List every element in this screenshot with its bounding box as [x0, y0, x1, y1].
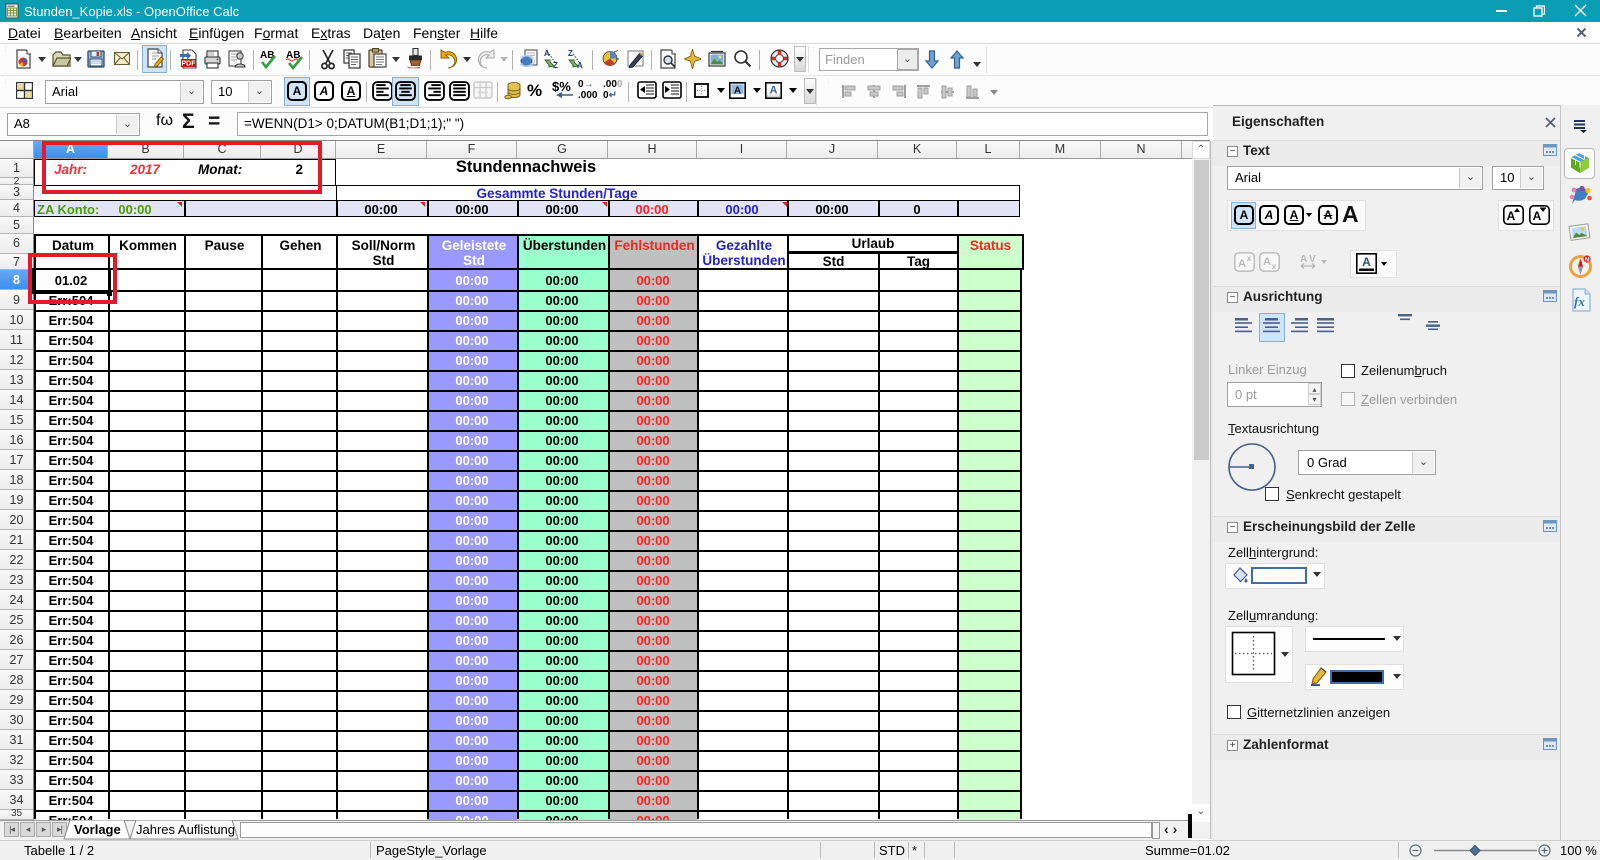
svg-text:A: A — [770, 85, 778, 97]
svg-text:x: x — [1272, 262, 1277, 271]
svg-text:A: A — [1533, 209, 1542, 223]
svg-text:x: x — [1247, 254, 1252, 263]
svg-text:Z: Z — [553, 61, 558, 69]
svg-text:A: A — [1238, 258, 1246, 270]
svg-text:A: A — [734, 86, 741, 97]
svg-text:N: N — [1585, 257, 1590, 264]
svg-text:Z: Z — [568, 49, 573, 58]
svg-text:A: A — [1507, 209, 1516, 223]
svg-text:PDF: PDF — [182, 61, 197, 68]
svg-text:A: A — [1263, 256, 1271, 268]
svg-text:A: A — [577, 61, 583, 69]
svg-text:fx: fx — [1574, 294, 1585, 309]
svg-text:A: A — [1362, 255, 1371, 269]
svg-text:A: A — [544, 49, 550, 58]
